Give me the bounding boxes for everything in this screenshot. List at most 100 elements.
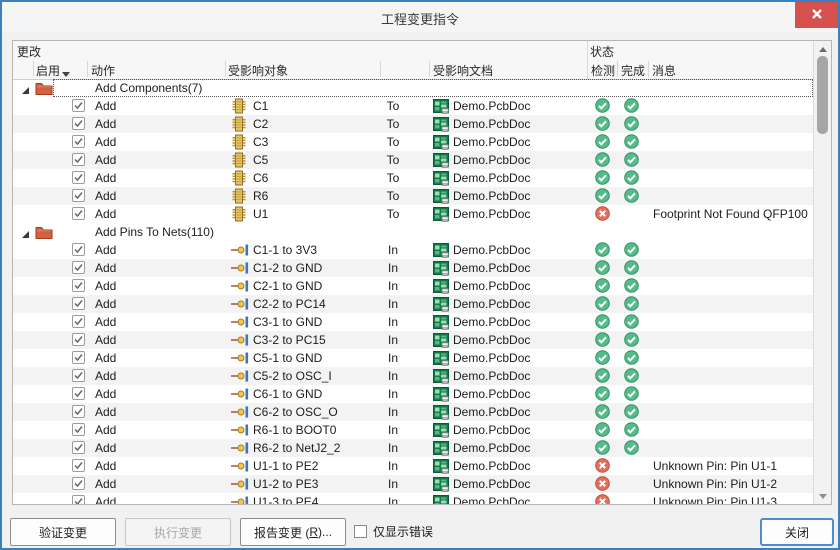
action-cell: Add [95,261,117,275]
direction-cell: In [387,261,398,275]
change-row[interactable]: Add U1-3 to PE4 In Demo.PcbDoc Unknown Pin: … [13,493,814,504]
check-ok-icon [595,116,610,134]
row-enable-checkbox[interactable] [72,387,85,400]
row-enable-checkbox[interactable] [72,297,85,310]
row-enable-checkbox[interactable] [72,243,85,256]
direction-cell: To [386,99,400,113]
change-row[interactable]: Add C6 To Demo.PcbDoc [13,169,814,187]
action-cell: Add [95,387,117,401]
object-cell: C2 [253,117,269,131]
action-cell: Add [95,99,117,113]
check-ok-icon [595,386,610,404]
row-enable-checkbox[interactable] [72,405,85,418]
change-row[interactable]: Add C2-1 to GND In Demo.PcbDoc [13,277,814,295]
action-cell: Add [95,153,117,167]
title-bar[interactable]: 工程变更指令 [2,2,838,32]
check-ok-icon [595,314,610,332]
change-row[interactable]: Add C5-1 to GND In Demo.PcbDoc [13,349,814,367]
check-ok-icon [595,422,610,440]
done-ok-icon [624,350,639,368]
change-row[interactable]: Add C3 To Demo.PcbDoc [13,133,814,151]
change-row[interactable]: Add R6-1 to BOOT0 In Demo.PcbDoc [13,421,814,439]
report-label-post: )... [318,525,332,539]
document-cell: Demo.PcbDoc [453,117,531,131]
change-row[interactable]: Add C1 To Demo.PcbDoc [13,97,814,115]
column-affected-object[interactable]: 受影响对象 [228,62,288,79]
only-show-errors-checkbox[interactable] [354,525,367,538]
row-enable-checkbox[interactable] [72,189,85,202]
change-row[interactable]: Add C3-1 to GND In Demo.PcbDoc [13,313,814,331]
row-enable-checkbox[interactable] [72,135,85,148]
header-changes: 更改 [17,45,42,59]
row-enable-checkbox[interactable] [72,495,85,504]
row-enable-checkbox[interactable] [72,207,85,220]
row-enable-checkbox[interactable] [72,333,85,346]
change-row[interactable]: Add U1 To Demo.PcbDoc Footprint Not Found QF… [13,205,814,223]
row-enable-checkbox[interactable] [72,279,85,292]
scroll-down-icon[interactable] [814,489,831,503]
document-cell: Demo.PcbDoc [453,99,531,113]
done-ok-icon [624,422,639,440]
row-enable-checkbox[interactable] [72,423,85,436]
row-enable-checkbox[interactable] [72,171,85,184]
column-check[interactable]: 检测 [591,62,615,79]
folder-icon [35,81,53,98]
row-enable-checkbox[interactable] [72,441,85,454]
vertical-scrollbar[interactable] [813,41,831,504]
change-row[interactable]: Add C1-1 to 3V3 In Demo.PcbDoc [13,241,814,259]
check-error-icon [595,494,610,504]
column-message[interactable]: 消息 [652,62,676,79]
validate-changes-button[interactable]: 验证变更 [10,518,116,546]
column-done[interactable]: 完成 [621,62,645,79]
object-cell: C3 [253,135,269,149]
action-cell: Add [95,297,117,311]
group-row[interactable]: Add Pins To Nets(110) [13,223,814,241]
column-affected-document[interactable]: 受影响文档 [433,62,493,79]
column-enable[interactable]: 启用 [36,62,60,79]
change-row[interactable]: Add C1-2 to GND In Demo.PcbDoc [13,259,814,277]
only-show-errors-label[interactable]: 仅显示错误 [373,518,433,546]
row-enable-checkbox[interactable] [72,351,85,364]
report-changes-button[interactable]: 报告变更 (R)... [240,518,346,546]
document-cell: Demo.PcbDoc [453,423,531,437]
change-row[interactable]: Add C5-2 to OSC_I In Demo.PcbDoc [13,367,814,385]
scrollbar-thumb[interactable] [817,56,828,134]
row-enable-checkbox[interactable] [72,153,85,166]
change-row[interactable]: Add C6-2 to OSC_O In Demo.PcbDoc [13,403,814,421]
change-row[interactable]: Add U1-2 to PE3 In Demo.PcbDoc Unknown Pin: … [13,475,814,493]
action-cell: Add [95,351,117,365]
focus-rectangle [53,79,813,97]
row-enable-checkbox[interactable] [72,369,85,382]
change-row[interactable]: Add R6 To Demo.PcbDoc [13,187,814,205]
expand-arrow-icon[interactable] [21,84,30,98]
direction-cell: To [386,153,400,167]
change-row[interactable]: Add C2-2 to PC14 In Demo.PcbDoc [13,295,814,313]
column-action[interactable]: 动作 [91,62,115,79]
table-group-header: 更改 状态 [13,41,831,60]
row-enable-checkbox[interactable] [72,315,85,328]
document-cell: Demo.PcbDoc [453,333,531,347]
document-cell: Demo.PcbDoc [453,153,531,167]
row-enable-checkbox[interactable] [72,459,85,472]
close-button[interactable] [795,2,838,28]
row-enable-checkbox[interactable] [72,99,85,112]
direction-cell: In [387,441,398,455]
row-enable-checkbox[interactable] [72,261,85,274]
row-enable-checkbox[interactable] [72,117,85,130]
change-row[interactable]: Add C2 To Demo.PcbDoc [13,115,814,133]
change-row[interactable]: Add C6-1 to GND In Demo.PcbDoc [13,385,814,403]
execute-changes-button[interactable]: 执行变更 [125,518,231,546]
group-row[interactable]: Add Components(7) [13,79,814,97]
change-row[interactable]: Add U1-1 to PE2 In Demo.PcbDoc Unknown Pin: … [13,457,814,475]
action-cell: Add [95,117,117,131]
scroll-up-icon[interactable] [814,42,831,56]
row-enable-checkbox[interactable] [72,477,85,490]
close-dialog-button[interactable]: 关闭 [760,518,834,546]
done-ok-icon [624,332,639,350]
change-row[interactable]: Add R6-2 to NetJ2_2 In Demo.PcbDoc [13,439,814,457]
change-row[interactable]: Add C5 To Demo.PcbDoc [13,151,814,169]
expand-arrow-icon[interactable] [21,228,30,242]
change-row[interactable]: Add C3-2 to PC15 In Demo.PcbDoc [13,331,814,349]
message-cell: Footprint Not Found QFP100 [653,207,808,221]
pin-icon [231,494,249,504]
